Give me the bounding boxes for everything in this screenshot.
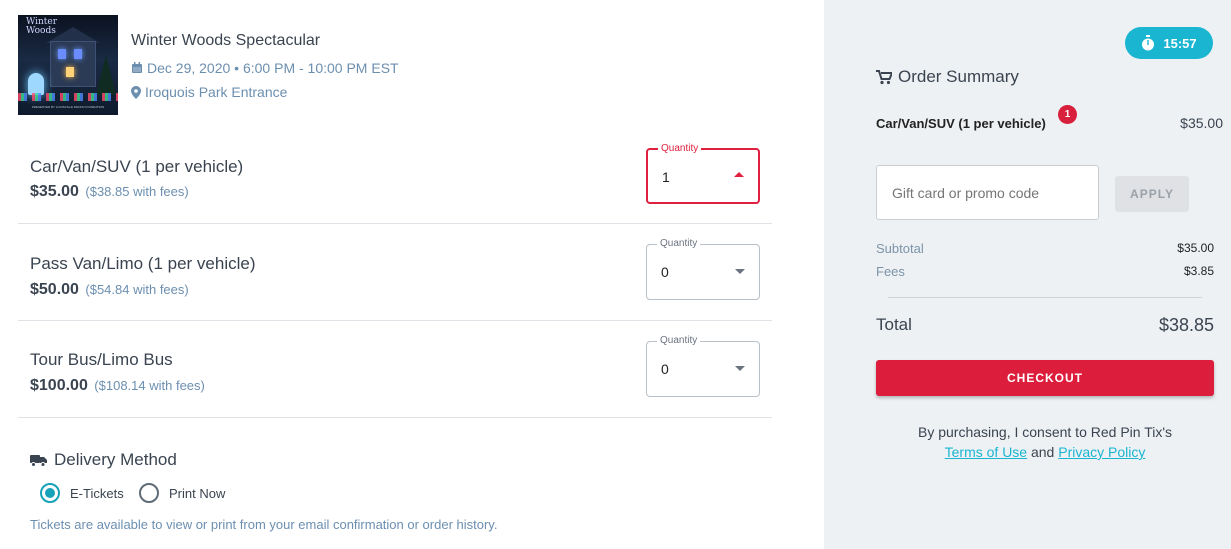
ticket-price: $100.00 ($108.14 with fees) — [30, 377, 205, 395]
item-count-badge: 1 — [1058, 105, 1077, 124]
cart-icon — [876, 69, 892, 84]
ticket-selection-panel: Winter Woods PRESENTED BY LOUISVILLE PARK… — [0, 0, 824, 549]
radio-e-tickets[interactable]: E-Tickets — [40, 483, 124, 503]
event-logo: Winter Woods — [26, 17, 58, 36]
ticket-price-value: $35.00 — [30, 183, 79, 200]
caret-down-icon — [735, 366, 745, 371]
radio-print-now[interactable]: Print Now — [139, 483, 225, 503]
consent-statement: By purchasing, I consent to Red Pin Tix'… — [917, 424, 1173, 440]
apply-button[interactable]: APPLY — [1115, 176, 1189, 212]
quantity-select[interactable]: Quantity 0 — [646, 238, 760, 300]
fees-label: Fees — [876, 264, 905, 279]
truck-icon — [30, 454, 47, 467]
caret-up-icon — [734, 172, 744, 177]
house-shape — [50, 41, 96, 87]
event-image: Winter Woods PRESENTED BY LOUISVILLE PARK… — [18, 15, 118, 115]
quantity-label: Quantity — [657, 335, 701, 346]
caret-down-icon — [735, 269, 745, 274]
ticket-price-with-fees: ($38.85 with fees) — [85, 184, 189, 199]
privacy-policy-link[interactable]: Privacy Policy — [1058, 444, 1145, 460]
delivery-method-title: Delivery Method — [54, 450, 177, 469]
order-summary-heading: Order Summary — [876, 67, 1019, 87]
subtotal-label: Subtotal — [876, 241, 924, 256]
radio-selected-icon[interactable] — [40, 483, 60, 503]
subtotal-row: Subtotal $35.00 — [876, 241, 1214, 256]
ticket-price-value: $100.00 — [30, 377, 88, 394]
total-value: $38.85 — [1158, 315, 1214, 335]
quantity-label: Quantity — [657, 238, 701, 249]
countdown-timer: 15:57 — [1125, 27, 1213, 59]
radio-label: E-Tickets — [70, 485, 124, 501]
radio-label: Print Now — [169, 485, 226, 501]
subtotal-value: $35.00 — [1177, 241, 1214, 255]
quantity-value: 0 — [661, 361, 669, 377]
quantity-value: 1 — [662, 169, 670, 185]
event-date: Dec 29, 2020 • 6:00 PM - 10:00 PM EST — [131, 60, 399, 76]
fees-value: $3.85 — [1183, 264, 1214, 278]
event-location-text: Iroquois Park Entrance — [145, 84, 288, 100]
quantity-value: 0 — [661, 264, 669, 280]
ticket-name: Pass Van/Limo (1 per vehicle) — [30, 254, 256, 273]
stopwatch-icon — [1142, 35, 1155, 51]
terms-of-use-link[interactable]: Terms of Use — [945, 444, 1027, 460]
ticket-name: Tour Bus/Limo Bus — [30, 350, 173, 369]
fees-row: Fees $3.85 — [876, 264, 1214, 279]
consent-and: and — [1030, 444, 1055, 460]
ticket-price: $35.00 ($38.85 with fees) — [30, 183, 189, 201]
ticket-price-value: $50.00 — [30, 281, 79, 298]
timer-value: 15:57 — [1163, 35, 1197, 51]
delivery-method-heading: Delivery Method — [30, 450, 177, 470]
ticket-price-with-fees: ($54.84 with fees) — [85, 282, 189, 297]
calendar-icon — [132, 62, 142, 73]
consent-text: By purchasing, I consent to Red Pin Tix'… — [876, 422, 1214, 462]
delivery-note: Tickets are available to view or print f… — [30, 517, 498, 532]
quantity-select[interactable]: Quantity 0 — [646, 335, 760, 397]
checkout-button[interactable]: CHECKOUT — [876, 360, 1214, 396]
ticket-row-tour-bus: Tour Bus/Limo Bus $100.00 ($108.14 with … — [18, 321, 772, 418]
radio-unselected-icon[interactable] — [139, 483, 159, 503]
ticket-price-with-fees: ($108.14 with fees) — [94, 378, 205, 393]
promo-code-input[interactable] — [876, 165, 1099, 220]
summary-divider — [888, 297, 1202, 298]
ticket-row-pass-van: Pass Van/Limo (1 per vehicle) $50.00 ($5… — [18, 224, 772, 321]
tree-shape — [96, 55, 116, 95]
summary-item-name: Car/Van/SUV (1 per vehicle) — [876, 116, 1046, 131]
string-lights — [18, 93, 118, 101]
event-location: Iroquois Park Entrance — [131, 84, 287, 100]
window-light — [66, 67, 74, 77]
total-label: Total — [876, 315, 912, 334]
order-summary-title: Order Summary — [898, 67, 1019, 86]
summary-item-price: $35.00 — [1180, 115, 1223, 131]
quantity-select[interactable]: Quantity 1 — [646, 143, 760, 204]
ticket-name: Car/Van/SUV (1 per vehicle) — [30, 157, 244, 176]
window-light — [74, 49, 82, 59]
event-date-text: Dec 29, 2020 • 6:00 PM - 10:00 PM EST — [147, 60, 399, 76]
event-title: Winter Woods Spectacular — [131, 32, 321, 49]
event-image-credit: PRESENTED BY LOUISVILLE PARKS FOUNDATION — [31, 105, 105, 109]
map-marker-icon — [131, 85, 141, 99]
ticket-row-car: Car/Van/SUV (1 per vehicle) $35.00 ($38.… — [18, 127, 772, 224]
glowing-figure — [28, 73, 44, 95]
total-row: Total $38.85 — [876, 315, 1214, 336]
quantity-label: Quantity — [658, 143, 702, 154]
ticket-price: $50.00 ($54.84 with fees) — [30, 281, 189, 299]
window-light — [58, 49, 66, 59]
